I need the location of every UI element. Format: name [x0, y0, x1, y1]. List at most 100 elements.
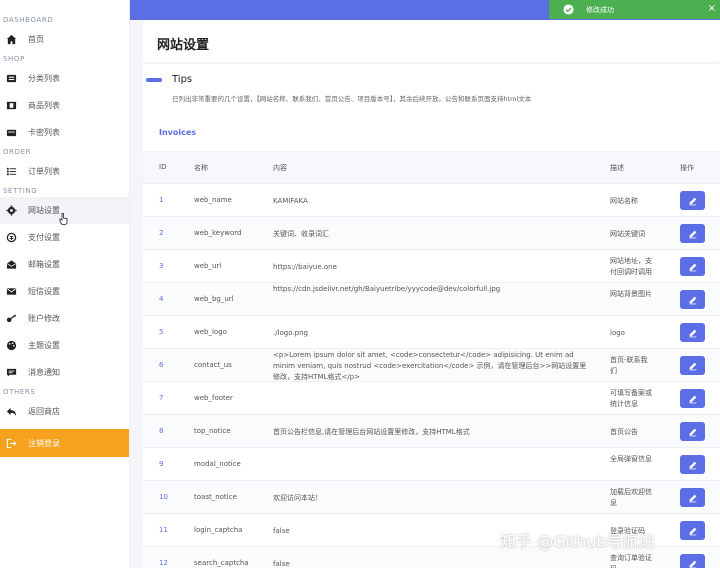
sidebar-item-payment[interactable]: 支付设置	[0, 224, 129, 251]
edit-button[interactable]	[680, 290, 705, 309]
sidebar-item-label: 首页	[28, 35, 44, 44]
row-id: 8	[159, 427, 164, 435]
edit-icon	[688, 262, 698, 272]
edit-icon	[688, 526, 698, 536]
row-name: login_captcha	[194, 526, 243, 534]
hand-cursor-icon	[59, 213, 68, 225]
row-id: 11	[159, 526, 168, 534]
table-row: 5 web_logo ./logo.png logo	[143, 315, 720, 348]
row-name: web_logo	[194, 328, 227, 336]
row-content: https://cdn.jsdelivr.net/gh/Baiyuetribe/…	[273, 285, 501, 293]
section-others: OTHERS	[3, 388, 36, 396]
edit-icon	[688, 328, 698, 338]
row-description: 网站关键词	[610, 230, 645, 238]
sidebar-item-label: 短信设置	[28, 287, 60, 296]
table-row: 4 web_bg_url https://cdn.jsdelivr.net/gh/B…	[143, 282, 720, 315]
column-header-name: 名称	[194, 164, 208, 172]
toast-close-button[interactable]: ×	[708, 3, 716, 14]
edit-icon	[688, 427, 698, 437]
sidebar-item-products[interactable]: 商品列表	[0, 92, 129, 119]
table-row: 9 modal_notice 全局弹窗信息	[143, 447, 720, 480]
table-header: ID 名称 内容 描述 操作	[143, 151, 720, 183]
row-name: web_footer	[194, 394, 233, 402]
row-description: 全局弹窗信息	[610, 455, 652, 463]
edit-button[interactable]	[680, 389, 705, 408]
edit-icon	[688, 394, 698, 404]
column-header-actions: 操作	[680, 164, 694, 172]
sidebar-item-theme[interactable]: 主题设置	[0, 332, 129, 359]
tips-accent-bar	[146, 78, 162, 82]
sidebar-item-label: 商品列表	[28, 101, 60, 110]
sidebar-item-label: 支付设置	[28, 233, 60, 242]
edit-button[interactable]	[680, 191, 705, 210]
row-id: 3	[159, 262, 164, 270]
edit-icon	[688, 493, 698, 503]
sidebar-item-label: 账户修改	[28, 314, 60, 323]
row-description: 网站名称	[610, 197, 638, 205]
edit-button[interactable]	[680, 323, 705, 342]
sidebar-item-sms[interactable]: 短信设置	[0, 278, 129, 305]
check-circle-icon	[563, 4, 574, 15]
row-content: 欢迎访问本站！	[273, 494, 322, 502]
sidebar-item-back-to-shop[interactable]: 返回商店	[0, 398, 129, 425]
mail-open-icon	[6, 259, 17, 270]
row-description: 网站地址，支付回调时调用	[610, 257, 652, 276]
edit-button[interactable]	[680, 224, 705, 243]
row-id: 9	[159, 460, 164, 468]
gear-icon	[6, 205, 17, 216]
column-header-id: ID	[159, 163, 167, 171]
edit-button[interactable]	[680, 356, 705, 375]
edit-icon	[688, 229, 698, 239]
sidebar-item-categories[interactable]: 分类列表	[0, 65, 129, 92]
sidebar-item-label: 返回商店	[28, 407, 60, 416]
row-id: 6	[159, 361, 164, 369]
film-icon	[6, 100, 17, 111]
edit-button[interactable]	[680, 422, 705, 441]
edit-button[interactable]	[680, 488, 705, 507]
sidebar-item-label: 消息通知	[28, 368, 60, 377]
section-order: ORDER	[3, 148, 32, 156]
row-description: logo	[610, 329, 625, 337]
sidebar-item-orders[interactable]: 订单列表	[0, 158, 129, 185]
row-name: search_captcha	[194, 559, 249, 567]
table-row: 10 toast_notice 欢迎访问本站！ 加载后欢迎信息	[143, 480, 720, 513]
edit-button[interactable]	[680, 257, 705, 276]
sidebar-item-email[interactable]: 邮箱设置	[0, 251, 129, 278]
row-id: 2	[159, 229, 164, 237]
sidebar-item-label: 主题设置	[28, 341, 60, 350]
message-icon	[6, 367, 17, 378]
row-name: modal_notice	[194, 460, 241, 468]
edit-icon	[688, 295, 698, 305]
logout-icon	[6, 438, 17, 449]
row-description: 查询订单验证码	[610, 554, 652, 568]
sidebar-item-label: 卡密列表	[28, 128, 60, 137]
sidebar-item-notifications[interactable]: 消息通知	[0, 359, 129, 386]
section-setting: SETTING	[3, 187, 38, 195]
sidebar-item-cards[interactable]: 卡密列表	[0, 119, 129, 146]
row-content: ./logo.png	[273, 329, 308, 337]
edit-button[interactable]	[680, 521, 705, 540]
row-content: 关键词、收录词汇	[273, 230, 329, 238]
edit-button[interactable]	[680, 455, 705, 474]
edit-icon	[688, 361, 698, 371]
sidebar-item-label: 邮箱设置	[28, 260, 60, 269]
row-id: 5	[159, 328, 164, 336]
row-name: web_name	[194, 196, 232, 204]
sidebar-item-home[interactable]: 首页	[0, 26, 129, 53]
row-name: web_url	[194, 262, 222, 270]
sidebar-item-logout[interactable]: 注销登录	[0, 429, 129, 457]
header-card: 网站设置	[143, 20, 720, 62]
sidebar-item-account[interactable]: 账户修改	[0, 305, 129, 332]
row-description: 首页-联系我们	[610, 356, 648, 375]
edit-icon	[688, 559, 698, 568]
table-row: 7 web_footer 可填写备案或统计信息	[143, 381, 720, 414]
row-content: https://baiyue.one	[273, 263, 337, 271]
sidebar-item-label: 注销登录	[28, 438, 60, 448]
row-content: <p>Lorem ipsum dolor sit amet, <code>con…	[273, 351, 587, 381]
toast-message: 修改成功	[586, 5, 614, 14]
table-row: 2 web_keyword 关键词、收录词汇 网站关键词	[143, 216, 720, 249]
page-title: 网站设置	[157, 38, 210, 53]
list-bullet-icon	[6, 166, 17, 177]
edit-button[interactable]	[680, 554, 705, 568]
column-header-description: 描述	[610, 164, 624, 172]
